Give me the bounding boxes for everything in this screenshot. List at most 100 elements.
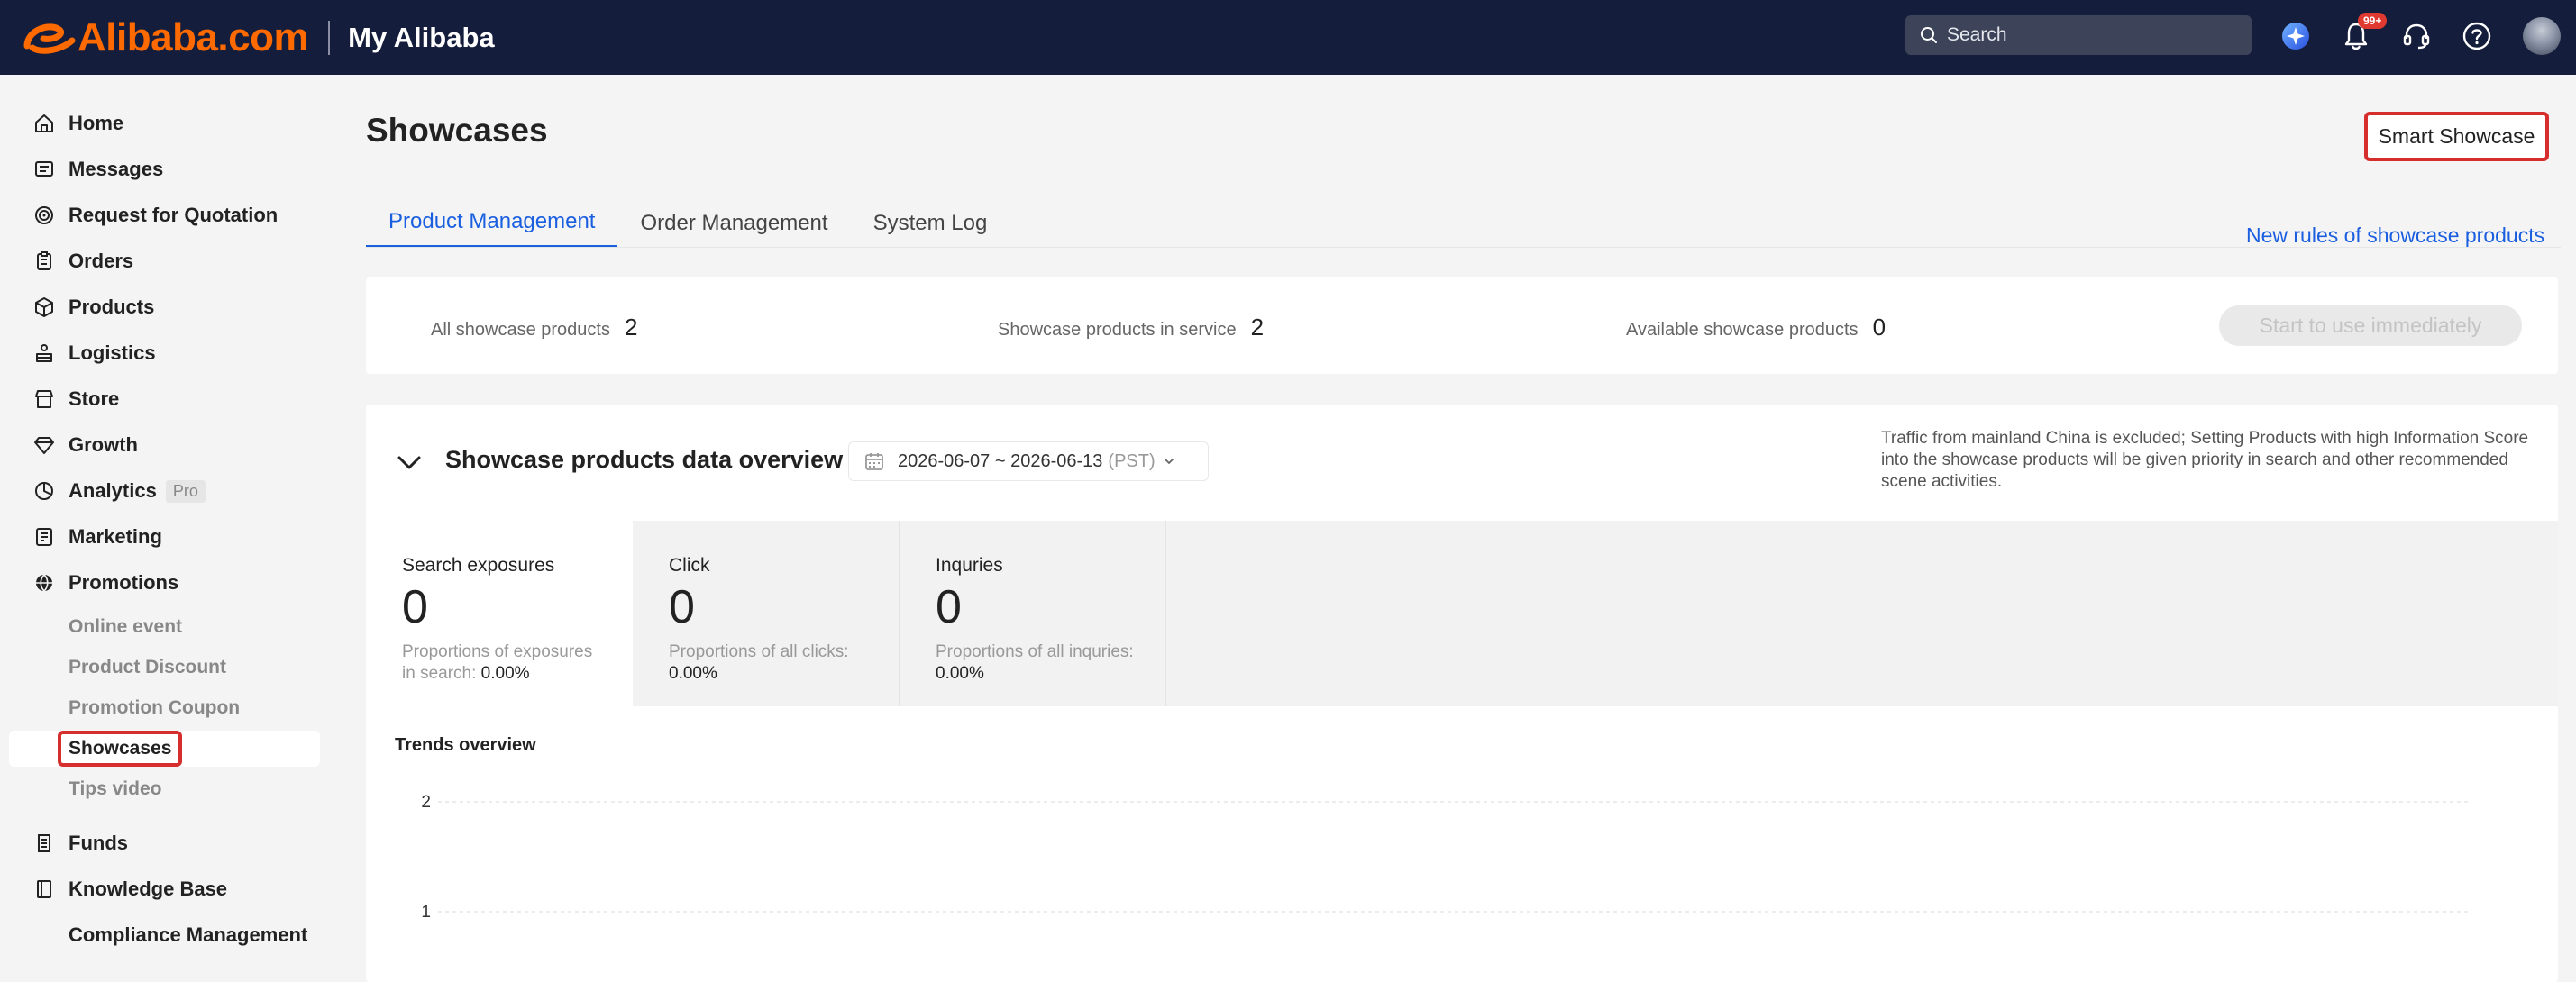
start-to-use-button[interactable]: Start to use immediately [2219,305,2522,346]
sidebar-item-label: Analytics [69,479,157,502]
chart-y-tick-label: 2 [421,793,431,812]
sidebar-item-label: Knowledge Base [69,877,228,900]
metric-value: 0 [669,581,695,633]
sidebar-item-compliance[interactable]: Compliance Management [0,917,336,953]
tab-order-management[interactable]: Order Management [617,198,850,248]
search-icon [1921,27,1937,43]
smart-showcase-button[interactable]: Smart Showcase [2364,112,2549,161]
top-bar: Alibaba.com My Alibaba 99+ [0,0,2576,75]
metric-subtext: Proportions of all inquries: 0.00% [936,641,1143,685]
sidebar-item-label: Products [69,296,155,318]
date-range-text: 2026-06-07 ~ 2026-06-13 [898,450,1103,471]
ai-assistant-icon[interactable] [2278,18,2314,54]
metrics-row: Search exposures 0 Proportions of exposu… [366,521,2558,706]
sidebar-item-products[interactable]: Products [0,289,336,325]
date-range-picker[interactable]: 2026-06-07 ~ 2026-06-13 (PST) [848,441,1209,481]
sidebar-item-label: Messages [69,158,164,180]
timezone-label: (PST) [1108,450,1156,471]
stat-all-showcase: All showcase products 2 [431,314,637,341]
metric-search-exposures[interactable]: Search exposures 0 Proportions of exposu… [366,521,633,706]
sidebar-item-store[interactable]: Store [0,381,336,417]
sidebar-item-label: Funds [69,832,128,854]
sidebar-item-home[interactable]: Home [0,105,336,141]
sidebar-item-label: Home [69,112,124,134]
new-rules-link[interactable]: New rules of showcase products [2246,223,2544,248]
my-alibaba-title[interactable]: My Alibaba [348,22,495,54]
stat-in-service: Showcase products in service 2 [998,314,1264,341]
metric-subtext: Proportions of all clicks: 0.00% [669,641,876,685]
sidebar-item-label: Promotions [69,571,179,594]
target-icon [32,204,56,227]
sidebar-item-analytics[interactable]: Analytics Pro [0,473,336,509]
sidebar-item-growth[interactable]: Growth [0,427,336,463]
traffic-note: Traffic from mainland China is excluded;… [1881,429,2529,491]
sidebar-item-messages[interactable]: Messages [0,151,336,187]
sidebar-sub-showcases[interactable]: Showcases [9,731,320,767]
marketing-icon [32,525,56,549]
metric-inquiries[interactable]: Inquries 0 Proportions of all inquries: … [900,521,1166,706]
alibaba-logo[interactable]: Alibaba.com [20,15,309,60]
headset-icon[interactable] [2398,18,2434,54]
funds-icon [32,832,56,855]
page-title: Showcases [366,112,548,149]
clipboard-icon [32,250,56,273]
metric-value: 0 [936,581,962,633]
trends-chart: 21 [421,793,2468,922]
stat-label: All showcase products [431,320,610,340]
sidebar-item-rfq[interactable]: Request for Quotation [0,197,336,233]
tabs-divider [366,247,2561,248]
search-input[interactable] [1947,24,2217,46]
truck-icon [32,341,56,365]
sidebar-item-logistics[interactable]: Logistics [0,335,336,371]
sidebar-sub-product-discount[interactable]: Product Discount [69,650,226,686]
sidebar-sub-tips-video[interactable]: Tips video [69,771,161,807]
stat-label: Available showcase products [1626,320,1859,340]
sidebar-item-promotions[interactable]: Promotions [0,565,336,601]
compliance-icon [32,923,56,947]
stat-available: Available showcase products 0 [1626,314,1886,341]
chevron-down-icon[interactable] [395,448,424,477]
metric-click[interactable]: Click 0 Proportions of all clicks: 0.00% [633,521,900,706]
metric-name: Click [669,555,710,576]
calendar-icon [865,453,883,470]
metric-percent: 0.00% [669,664,717,683]
messages-icon [32,158,56,181]
logo-divider [328,20,331,55]
globe-icon [32,571,56,595]
pro-tag: Pro [165,479,206,503]
stat-value: 2 [1250,314,1265,341]
top-search-box[interactable] [1905,15,2252,55]
book-icon [32,877,56,901]
sidebar-item-marketing[interactable]: Marketing [0,519,336,555]
metric-sub-label: Proportions of all inquries: [936,642,1134,661]
alibaba-logo-mark-icon [23,23,76,54]
sidebar-item-label: Marketing [69,525,162,548]
sidebar-sub-online-event[interactable]: Online event [69,609,182,645]
metric-value: 0 [402,581,428,633]
diamond-icon [32,433,56,457]
tab-bar: Product Management Order Management Syst… [366,198,1009,250]
sidebar-item-orders[interactable]: Orders [0,243,336,279]
home-icon [32,112,56,135]
stat-value: 2 [624,314,638,341]
trends-title: Trends overview [395,735,536,755]
pie-chart-icon [32,479,56,503]
sidebar-item-label: Request for Quotation [69,204,279,226]
metric-sub-label: Proportions of all clicks: [669,642,849,661]
chevron-down-icon [1164,459,1174,465]
avatar[interactable] [2523,17,2561,55]
stat-label: Showcase products in service [998,320,1237,340]
store-icon [32,387,56,411]
box-icon [32,296,56,319]
metric-name: Search exposures [402,555,555,576]
tab-product-management[interactable]: Product Management [366,198,618,248]
sidebar-item-knowledge-base[interactable]: Knowledge Base [0,871,336,907]
sidebar-sub-promotion-coupon[interactable]: Promotion Coupon [69,690,240,726]
metric-subtext: Proportions of exposures in search: 0.00… [402,641,609,685]
bell-icon[interactable]: 99+ [2338,13,2388,54]
sidebar-sub-label: Showcases [58,731,183,767]
overview-title: Showcase products data overview [445,446,844,473]
help-icon[interactable] [2459,18,2495,54]
tab-system-log[interactable]: System Log [851,198,1010,248]
sidebar-item-funds[interactable]: Funds [0,825,336,861]
